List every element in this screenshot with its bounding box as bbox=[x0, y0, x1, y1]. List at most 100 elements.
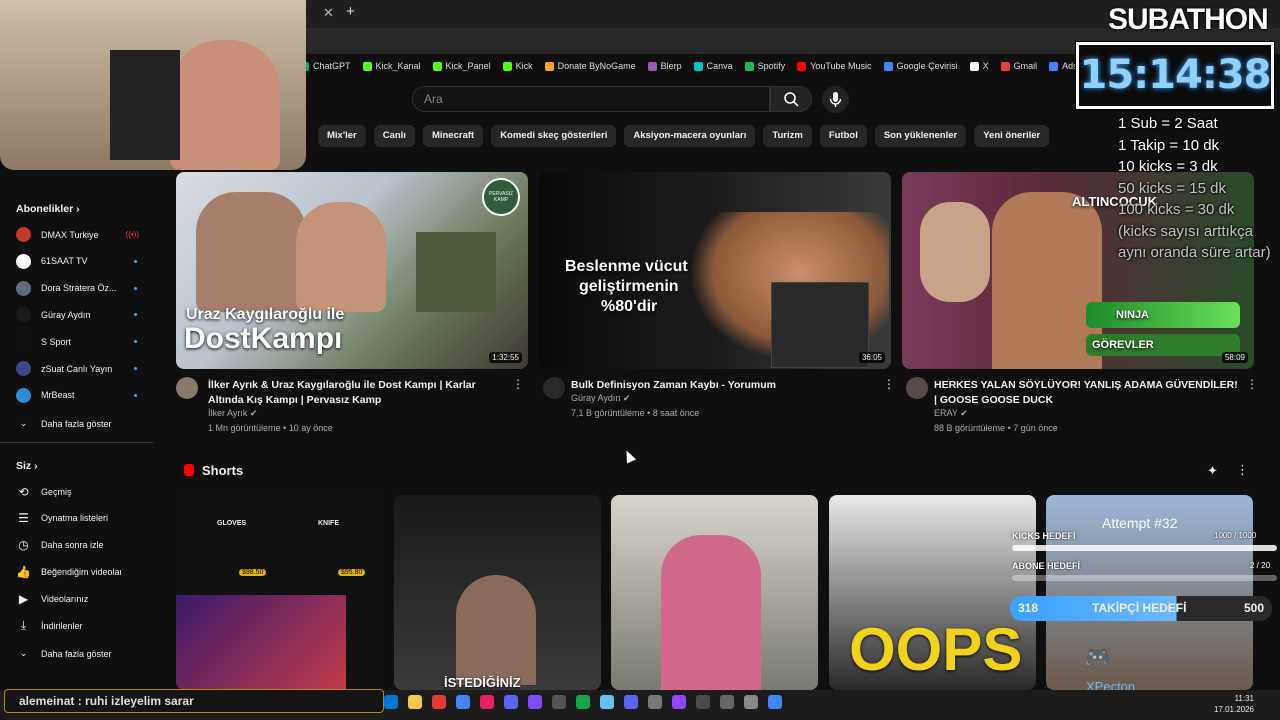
taskbar-app-icon[interactable] bbox=[552, 695, 566, 709]
channel-avatar[interactable] bbox=[543, 377, 565, 399]
sidebar-subscription[interactable]: MrBeast bbox=[16, 387, 141, 403]
taskbar-app-icon[interactable] bbox=[432, 695, 446, 709]
search-input[interactable]: Ara bbox=[412, 86, 770, 112]
short-thumbnail[interactable] bbox=[611, 495, 818, 690]
thumbnail-vehicle bbox=[416, 232, 496, 312]
show-more-subscriptions[interactable]: ⌄ Daha fazla göster bbox=[16, 416, 141, 431]
filter-chip[interactable]: Yeni öneriler bbox=[974, 125, 1050, 147]
controller-icon: 🎮 bbox=[1084, 645, 1112, 670]
filter-chip[interactable]: Futbol bbox=[819, 125, 867, 147]
search-button[interactable] bbox=[770, 86, 812, 112]
you-heading[interactable]: Siz › bbox=[16, 460, 38, 472]
sidebar-item[interactable]: 👍 Beğendiğim videolar bbox=[16, 564, 141, 579]
system-clock[interactable]: 11:31 17.01.2026 bbox=[1214, 693, 1254, 715]
short-thumbnail[interactable]: OOPS bbox=[829, 495, 1036, 690]
subathon-rule: aynı oranda süre artar) bbox=[1118, 244, 1271, 261]
follower-current: 318 bbox=[1018, 601, 1039, 615]
bookmark-item[interactable]: Kick_Panel bbox=[432, 56, 491, 76]
channel-name[interactable]: İlker Ayrık ✔ bbox=[208, 408, 257, 419]
bookmark-item[interactable]: X bbox=[969, 56, 989, 76]
download-icon: ⤓ bbox=[20, 618, 27, 632]
channel-name[interactable]: ERAY ✔ bbox=[934, 408, 968, 419]
filter-chip[interactable]: Turizm bbox=[763, 125, 812, 147]
bookmark-item[interactable]: Google Çevirisi bbox=[883, 56, 958, 76]
filter-chip[interactable]: Aksiyon-macera oyunları bbox=[624, 125, 756, 147]
taskbar-app-icon[interactable] bbox=[720, 695, 734, 709]
video-title[interactable]: HERKES YALAN SÖYLÜYOR! YANLIŞ ADAMA GÜVE… bbox=[934, 378, 1239, 408]
sidebar-item[interactable]: ⟲ Geçmiş bbox=[16, 484, 141, 499]
tab-close-icon[interactable]: ✕ bbox=[323, 5, 334, 21]
taskbar-app-icon[interactable] bbox=[696, 695, 710, 709]
taskbar-app-icon[interactable] bbox=[768, 695, 782, 709]
short-thumbnail[interactable]: İSTEDİĞİNİZ bbox=[394, 495, 601, 690]
thumbnail-caption: DostKampı bbox=[184, 322, 343, 355]
sidebar-subscription[interactable]: DMAX Turkiye ((•)) bbox=[16, 227, 141, 242]
sidebar-subscription[interactable]: 61SAAT TV bbox=[16, 253, 141, 269]
taskbar-app-icon[interactable] bbox=[480, 695, 494, 709]
bookmark-item[interactable]: Kick_Kanal bbox=[362, 56, 421, 76]
filter-chip[interactable]: Minecraft bbox=[422, 125, 484, 147]
taskbar-app-icon[interactable] bbox=[576, 695, 590, 709]
sidebar-item[interactable]: ▶ Videolarınız bbox=[16, 591, 141, 606]
sidebar-item[interactable]: ⤓ İndirilenler bbox=[16, 618, 141, 633]
video-icon: ▶ bbox=[18, 591, 29, 606]
video-duration: 36:05 bbox=[858, 352, 885, 363]
video-thumbnail[interactable]: PERVASIZ KAMP Uraz Kaygılaroğlu ile Dost… bbox=[176, 172, 528, 369]
filter-chip[interactable]: Mix'ler bbox=[318, 125, 366, 147]
subscriptions-heading[interactable]: Abonelikler › bbox=[16, 203, 80, 215]
shorts-feedback-icon[interactable]: ✦ bbox=[1207, 463, 1218, 479]
video-title[interactable]: Bulk Definisyon Zaman Kaybı - Yorumum bbox=[571, 378, 876, 393]
sidebar-item[interactable]: ☰ Oynatma listeleri bbox=[16, 511, 141, 526]
more-options-icon[interactable]: ⋮ bbox=[1236, 462, 1249, 478]
search-icon bbox=[784, 92, 799, 107]
bookmark-item[interactable]: Canva bbox=[693, 56, 733, 76]
bookmark-item[interactable]: Kick bbox=[502, 56, 533, 76]
sidebar-item-label: Oynatma listeleri bbox=[41, 513, 109, 524]
sidebar-subscription[interactable]: S Sport bbox=[16, 334, 141, 350]
filter-chip[interactable]: Son yüklenenler bbox=[874, 125, 967, 147]
channel-avatar[interactable] bbox=[176, 377, 198, 399]
filter-chip[interactable]: Canlı bbox=[373, 125, 415, 147]
more-options-icon[interactable]: ⋮ bbox=[512, 377, 524, 391]
bookmark-item[interactable]: ChatGPT bbox=[300, 56, 351, 76]
microphone-icon bbox=[829, 92, 842, 107]
filter-chip[interactable]: Komedi skeç gösterileri bbox=[491, 125, 617, 147]
new-tab-icon[interactable]: + bbox=[346, 3, 355, 20]
video-title[interactable]: İlker Ayrık & Uraz Kaygılaroğlu ile Dost… bbox=[208, 378, 513, 408]
voice-search-button[interactable] bbox=[822, 86, 849, 113]
short-thumbnail[interactable]: GLOVES KNIFE $98.50 $95.80 bbox=[176, 495, 383, 690]
taskbar-app-icon[interactable] bbox=[600, 695, 614, 709]
channel-avatar[interactable] bbox=[906, 377, 928, 399]
subathon-rules: 1 Sub = 2 Saat 1 Takip = 10 dk 10 kicks = … bbox=[1118, 113, 1271, 264]
bookmark-item[interactable]: Blerp bbox=[647, 56, 682, 76]
bookmark-label: Google Çevirisi bbox=[896, 61, 958, 71]
more-options-icon[interactable]: ⋮ bbox=[883, 377, 895, 391]
bookmark-item[interactable]: YouTube Music bbox=[797, 56, 872, 76]
short-thumbnail[interactable]: Attempt #32 bbox=[1046, 495, 1253, 690]
sub-goal-value: 2 / 20 bbox=[1250, 561, 1271, 570]
taskbar-app-icon[interactable] bbox=[504, 695, 518, 709]
more-options-icon[interactable]: ⋮ bbox=[1246, 377, 1258, 391]
channel-avatar bbox=[16, 307, 31, 323]
taskbar-app-icon[interactable] bbox=[672, 695, 686, 709]
bookmark-item[interactable]: Donate ByNoGame bbox=[544, 56, 636, 76]
sidebar-item-label: Beğendiğim videolar bbox=[41, 566, 121, 577]
bookmark-icon bbox=[969, 61, 979, 71]
sidebar-subscription[interactable]: zSuat Canlı Yayın bbox=[16, 361, 141, 376]
bookmark-item[interactable]: Gmail bbox=[1000, 56, 1037, 76]
channel-name[interactable]: Güray Aydın ✔ bbox=[571, 393, 630, 404]
sidebar-subscription[interactable]: Dora Stratera Öz... bbox=[16, 280, 141, 296]
bookmark-item[interactable]: Spotify bbox=[744, 56, 785, 76]
channel-avatar bbox=[16, 253, 31, 269]
show-more-you[interactable]: ⌄ Daha fazla göster bbox=[16, 646, 141, 661]
taskbar-app-icon[interactable] bbox=[528, 695, 542, 709]
taskbar-app-icon[interactable] bbox=[744, 695, 758, 709]
sidebar-item[interactable]: ◷ Daha sonra izle bbox=[16, 538, 141, 553]
taskbar-app-icon[interactable] bbox=[648, 695, 662, 709]
sidebar-subscription[interactable]: Güray Aydın bbox=[16, 307, 141, 323]
taskbar-app-icon[interactable] bbox=[384, 695, 398, 709]
taskbar-app-icon[interactable] bbox=[456, 695, 470, 709]
taskbar-app-icon[interactable] bbox=[624, 695, 638, 709]
taskbar-app-icon[interactable] bbox=[408, 695, 422, 709]
video-thumbnail[interactable]: Beslenme vücut geliştirmenin %80'dir 36:… bbox=[539, 172, 891, 369]
